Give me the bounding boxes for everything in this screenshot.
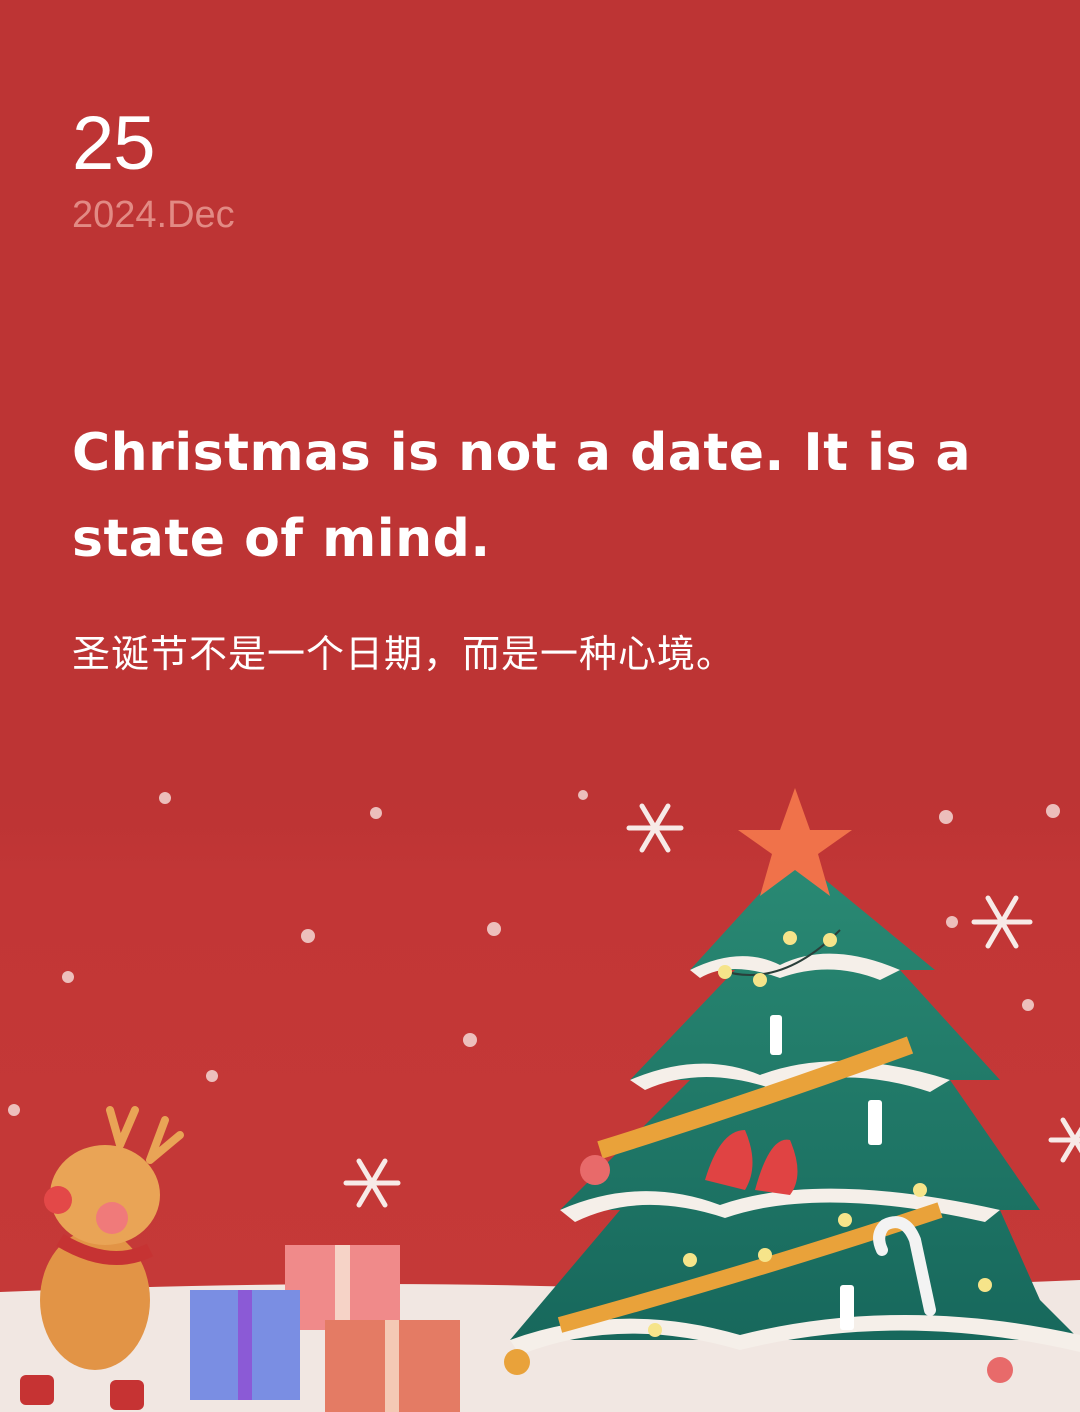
calendar-card: 25 2024.Dec Christmas is not a date. It … (0, 0, 1080, 1412)
date-month-year: 2024.Dec (72, 194, 235, 236)
date-day: 25 (72, 101, 156, 186)
quote-english: Christmas is not a date. It is a state o… (72, 423, 972, 569)
christmas-illustration (0, 780, 1080, 1412)
quote-chinese: 圣诞节不是一个日期，而是一种心境。 (72, 632, 736, 676)
